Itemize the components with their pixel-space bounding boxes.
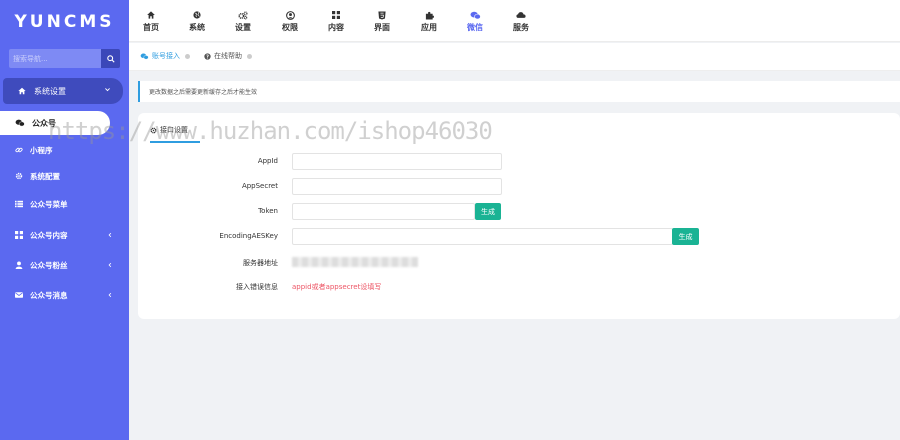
- wechat-icon: [140, 53, 149, 60]
- chevron-left-icon: [107, 261, 113, 270]
- topnav-label: 服务: [513, 23, 529, 32]
- grid-icon: [15, 231, 25, 239]
- error-info-text: appid或者appsecret设填写: [292, 283, 382, 291]
- user-icon: [15, 261, 25, 269]
- list-icon: [15, 200, 25, 208]
- gear-icon: [15, 172, 25, 180]
- puzzle-icon: [425, 10, 434, 20]
- aeskey-label: EncodingAESKey: [219, 232, 278, 240]
- topnav-settings[interactable]: 设置: [228, 10, 258, 33]
- sidebar-item-system-config[interactable]: 系统配置: [0, 165, 129, 187]
- gear-icon: [150, 127, 157, 134]
- chevron-down-icon: [104, 86, 111, 95]
- page-tabs: 账号接入 ? 在线帮助: [129, 43, 900, 71]
- sidebar-group-label: 系统设置: [34, 86, 66, 96]
- sidebar-search: [9, 49, 120, 68]
- generate-token-button[interactable]: 生成: [475, 203, 501, 220]
- token-label: Token: [258, 207, 278, 215]
- home-icon: [147, 10, 155, 20]
- topnav-label: 界面: [374, 23, 390, 32]
- notice-alert: 更改数据之后需要更新缓存之后才能生效: [138, 81, 900, 102]
- tab-online-help[interactable]: ? 在线帮助: [204, 51, 252, 61]
- sidebar-item-wechat-menu[interactable]: 公众号菜单: [0, 193, 129, 215]
- server-address-label: 服务器地址: [243, 259, 278, 267]
- mail-icon: [15, 291, 25, 299]
- card-tab-interface-settings[interactable]: 接口设置: [150, 125, 188, 135]
- appsecret-label: AppSecret: [241, 182, 278, 190]
- topnav-wechat[interactable]: 微信: [460, 10, 490, 33]
- topnav-services[interactable]: 服务: [506, 10, 536, 33]
- wechat-icon: [15, 119, 27, 127]
- sidebar-search-input[interactable]: [9, 49, 101, 68]
- topnav-apps[interactable]: 应用: [414, 10, 444, 33]
- sidebar-item-label: 系统配置: [30, 171, 60, 181]
- card-tab-label: 接口设置: [160, 126, 188, 134]
- sidebar-item-label: 公众号菜单: [30, 199, 68, 209]
- sidebar-item-label: 公众号消息: [30, 290, 68, 300]
- topnav-label: 权限: [282, 23, 298, 32]
- search-icon: [106, 54, 115, 63]
- topnav-label: 微信: [467, 23, 483, 32]
- aeskey-field[interactable]: [292, 228, 673, 245]
- chevron-left-icon: [107, 291, 113, 300]
- sidebar-item-label: 公众号内容: [30, 230, 68, 240]
- link-icon: [15, 146, 25, 154]
- appid-label: AppId: [257, 157, 278, 165]
- topnav-system[interactable]: 系统: [182, 10, 212, 33]
- topnav-label: 系统: [189, 23, 205, 32]
- server-address-value: [292, 257, 418, 267]
- tab-account-access[interactable]: 账号接入: [140, 51, 190, 61]
- tab-label: 账号接入: [152, 52, 180, 60]
- grid-icon: [332, 10, 340, 20]
- card-tab-underline: [150, 141, 200, 143]
- topnav-label: 内容: [328, 23, 344, 32]
- generate-aeskey-button[interactable]: 生成: [672, 228, 699, 245]
- chevron-left-icon: [107, 231, 113, 240]
- sidebar-item-wechat-account[interactable]: 公众号: [0, 111, 110, 135]
- cloud-icon: [516, 10, 526, 20]
- tab-label: 在线帮助: [214, 52, 242, 60]
- gears-icon: [238, 10, 248, 20]
- topnav-content[interactable]: 内容: [321, 10, 351, 33]
- sidebar-item-wechat-messages[interactable]: 公众号消息: [0, 284, 129, 306]
- sidebar-item-label: 公众号: [32, 118, 56, 128]
- topnav-home[interactable]: 首页: [136, 10, 166, 33]
- sidebar-item-mini-program[interactable]: 小程序: [0, 139, 129, 161]
- html5-icon: [378, 10, 386, 20]
- globe-icon: [193, 10, 201, 20]
- topnav-label: 首页: [143, 23, 159, 32]
- tab-close-dot[interactable]: [185, 53, 190, 59]
- app-logo[interactable]: YUNCMS: [0, 0, 129, 44]
- settings-card: 接口设置 AppId AppSecret Token 生成 EncodingAE…: [138, 113, 900, 319]
- topnav-permissions[interactable]: 权限: [275, 10, 305, 33]
- notice-text: 更改数据之后需要更新缓存之后才能生效: [149, 89, 258, 96]
- wechat-icon: [470, 10, 481, 20]
- appid-field[interactable]: [292, 153, 502, 170]
- sidebar-item-label: 小程序: [30, 145, 53, 155]
- home-icon: [16, 87, 28, 95]
- sidebar-item-wechat-fans[interactable]: 公众号粉丝: [0, 254, 129, 276]
- error-info-label: 接入错误信息: [236, 283, 278, 291]
- appsecret-field[interactable]: [292, 178, 502, 195]
- token-field[interactable]: [292, 203, 475, 220]
- sidebar-item-wechat-content[interactable]: 公众号内容: [0, 224, 129, 246]
- topnav-interface[interactable]: 界面: [367, 10, 397, 33]
- top-navigation: 首页 系统 设置 权限 内容 界面 应用 微信 服务: [129, 0, 900, 42]
- topnav-label: 设置: [235, 23, 251, 32]
- sidebar-group-system-settings[interactable]: 系统设置: [3, 78, 123, 104]
- user-circle-icon: [285, 10, 295, 20]
- search-button[interactable]: [101, 49, 120, 68]
- topnav-label: 应用: [421, 23, 437, 32]
- svg-text:?: ?: [206, 54, 209, 60]
- sidebar: YUNCMS 系统设置 公众号 小程序 系统配置: [0, 0, 129, 440]
- sidebar-item-label: 公众号粉丝: [30, 260, 68, 270]
- tab-close-dot[interactable]: [247, 53, 252, 59]
- help-icon: ?: [204, 52, 211, 60]
